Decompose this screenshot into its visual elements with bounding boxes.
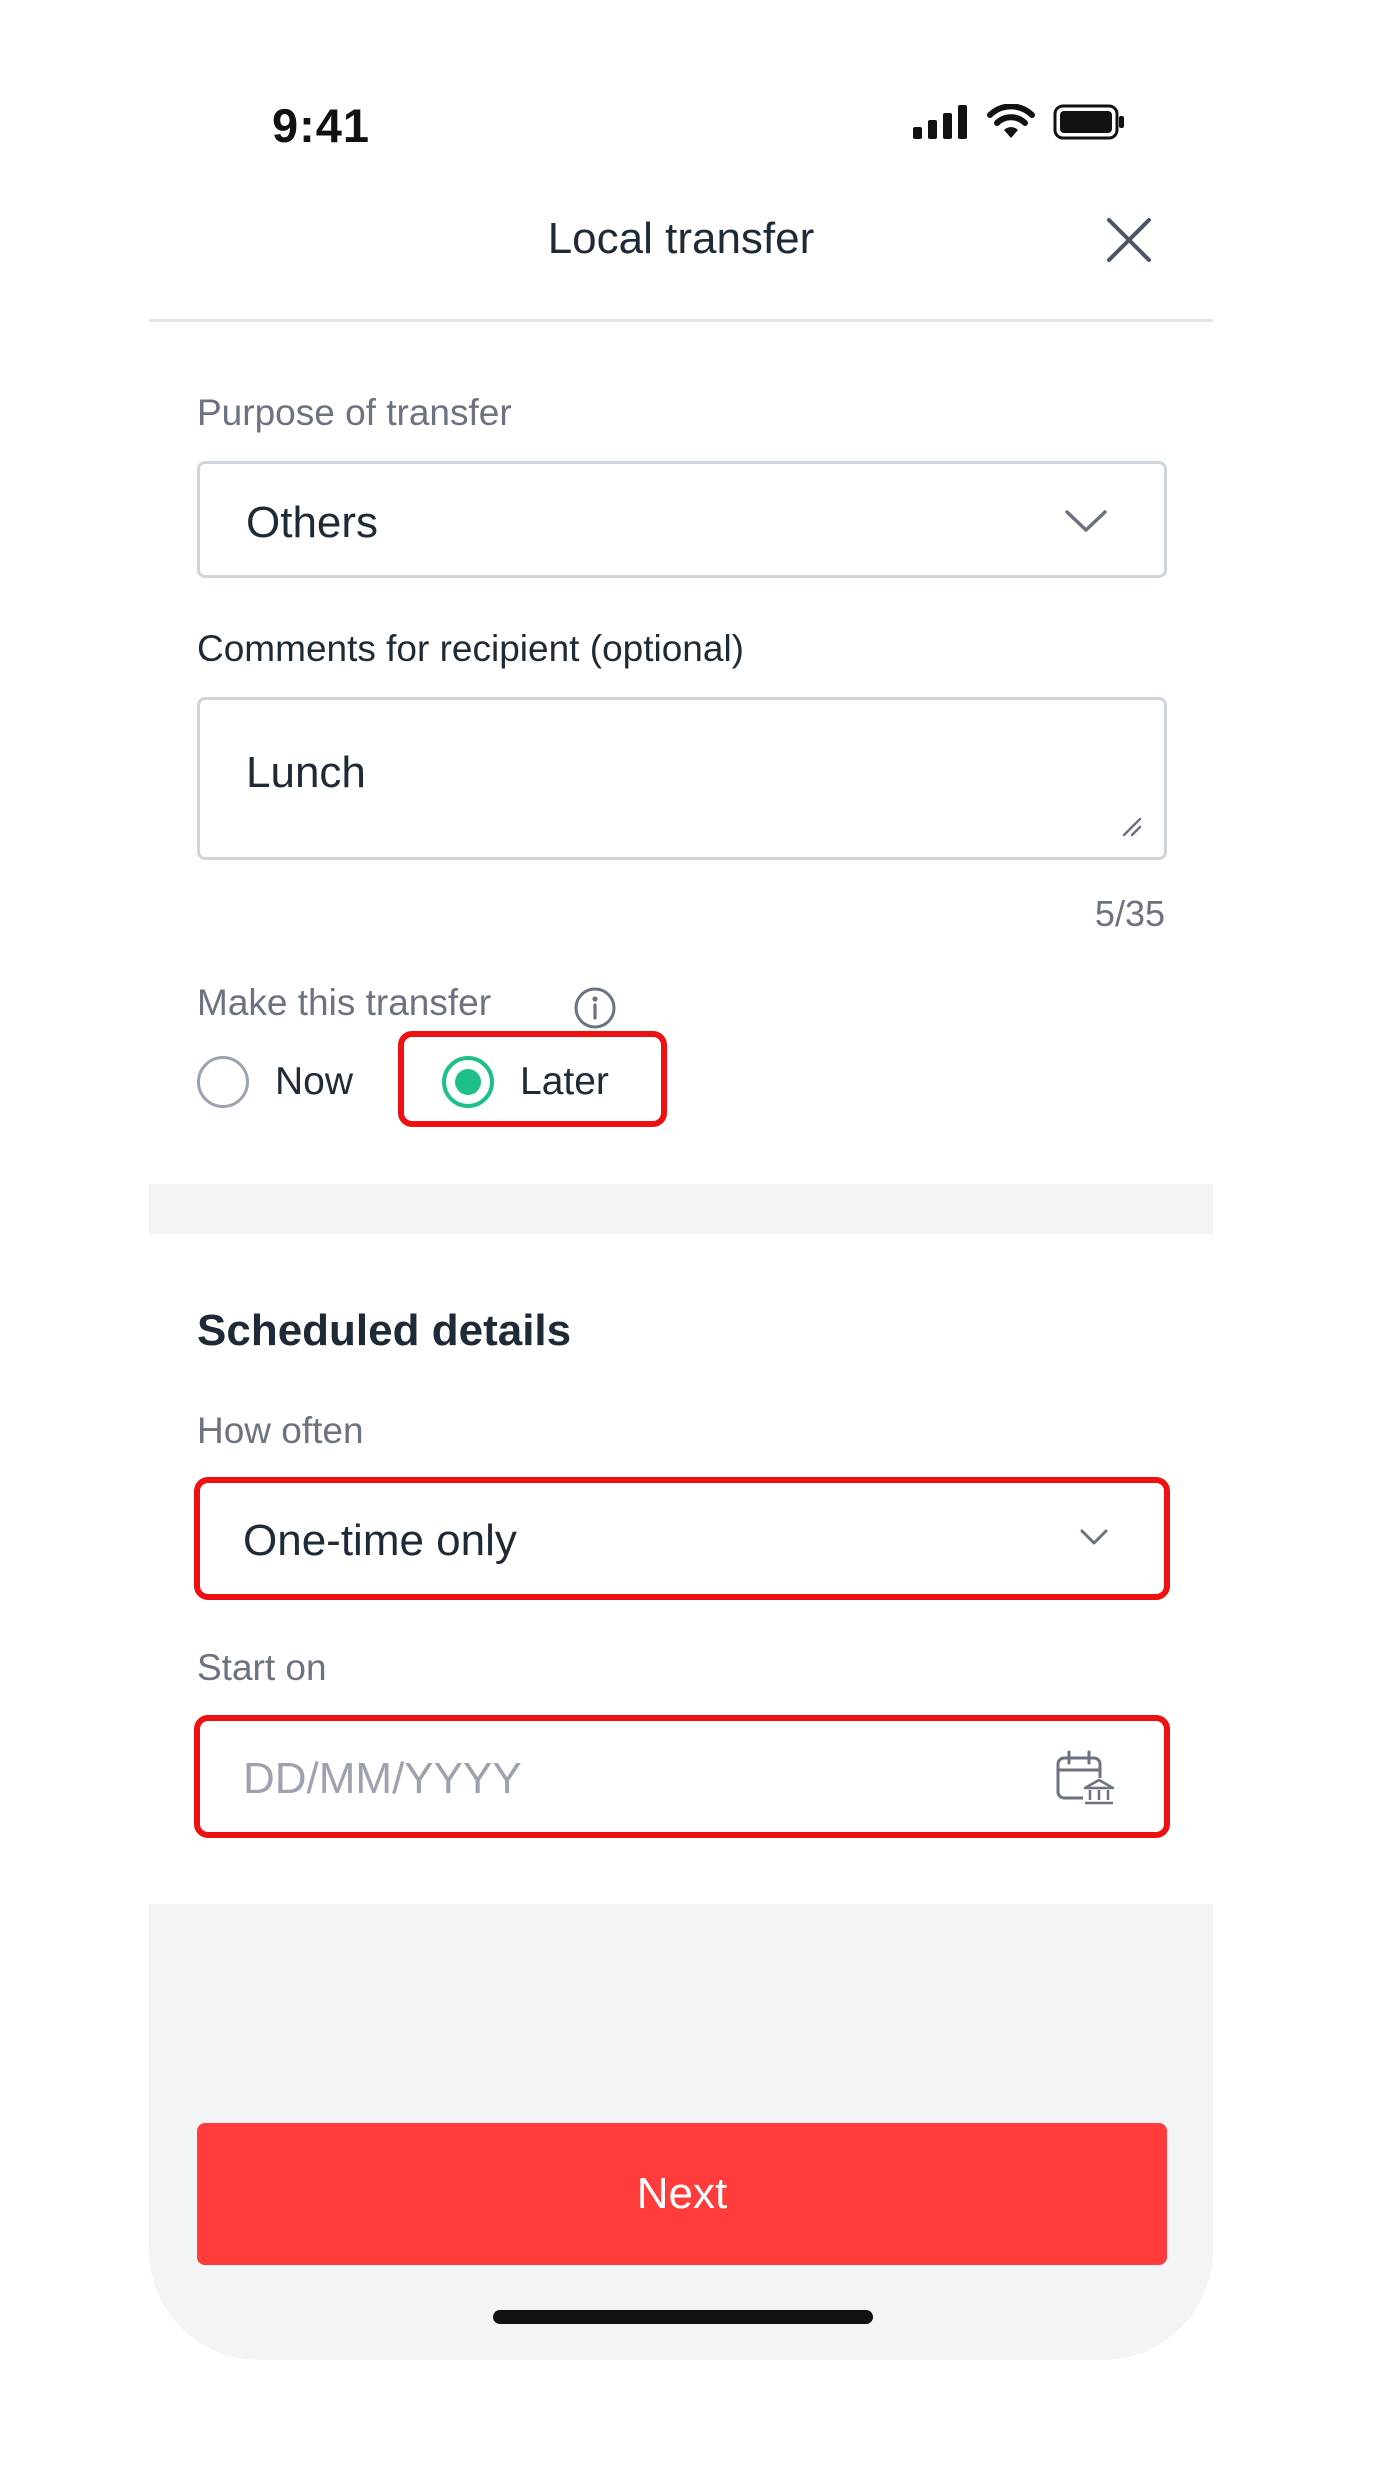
radio-later-circle [442, 1056, 494, 1108]
page-title: Local transfer [547, 214, 815, 263]
start-date-input[interactable]: DD/MM/YYYY [197, 1718, 1167, 1835]
scheduled-details-title: Scheduled details [197, 1306, 572, 1355]
timing-label: Make this transfer [197, 982, 492, 1023]
purpose-value: Others [246, 498, 379, 547]
header: Local transfer [149, 180, 1213, 322]
info-icon[interactable] [573, 986, 617, 1030]
radio-now-circle [197, 1056, 249, 1108]
next-button[interactable]: Next [197, 2123, 1167, 2265]
status-time: 9:41 [272, 99, 371, 152]
phone-screen: 9:41 Local transfer Purpose of transfer … [149, 0, 1213, 2360]
close-button[interactable] [1101, 212, 1157, 268]
home-indicator [493, 2310, 873, 2324]
signal-icon [913, 105, 967, 139]
battery-icon [1053, 104, 1124, 140]
timing-radio-group: Now Later [197, 1056, 609, 1108]
calendar-bank-icon[interactable] [1055, 1750, 1117, 1808]
status-icons [913, 104, 1125, 140]
frequency-select[interactable]: One-time only [197, 1480, 1167, 1597]
comments-value: Lunch [246, 748, 366, 797]
radio-now[interactable]: Now [197, 1056, 442, 1108]
section-divider [149, 1184, 1213, 1234]
close-icon [1107, 218, 1151, 262]
comments-textarea[interactable]: Lunch [197, 697, 1167, 860]
start-date-placeholder: DD/MM/YYYY [243, 1754, 522, 1803]
purpose-label: Purpose of transfer [197, 392, 512, 433]
frequency-value: One-time only [243, 1516, 517, 1565]
chevron-down-icon [1065, 510, 1107, 532]
char-counter: 5/35 [1094, 893, 1165, 934]
wifi-icon [987, 104, 1035, 138]
frequency-label: How often [197, 1410, 364, 1451]
comments-label: Comments for recipient (optional) [197, 628, 744, 669]
chevron-down-icon [1080, 1529, 1108, 1545]
resize-handle-icon[interactable] [1120, 815, 1142, 837]
radio-now-label: Now [275, 1060, 354, 1103]
start-label: Start on [197, 1647, 327, 1688]
purpose-select[interactable]: Others [197, 461, 1167, 578]
radio-later-label: Later [520, 1060, 609, 1103]
radio-later[interactable]: Later [442, 1056, 609, 1108]
